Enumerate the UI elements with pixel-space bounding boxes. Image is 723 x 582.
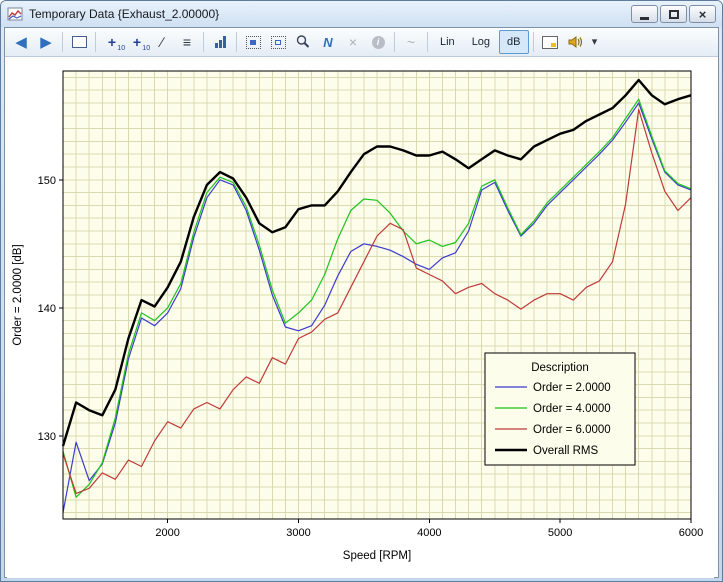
legend-entry-label: Order = 6.0000 — [533, 424, 611, 436]
x-tick-label: 3000 — [286, 527, 310, 539]
toolbar-separator — [62, 32, 63, 52]
close-icon: × — [699, 8, 707, 21]
maximize-icon — [669, 10, 679, 19]
minimize-button[interactable] — [631, 5, 658, 23]
curve-fit-icon: N — [323, 35, 332, 50]
x-tick-label: 6000 — [679, 527, 703, 539]
maximize-button[interactable] — [660, 5, 687, 23]
chart-area: 2000 3000 4000 5000 6000 130 140 150 Speed [RPM]… — [5, 57, 718, 577]
window-controls: × — [631, 5, 716, 23]
app-window: Temporary Data {Exhaust_2.00000} × ◀ ▶ +… — [0, 0, 723, 582]
toolbar-separator — [533, 32, 534, 52]
legend-title: Description — [531, 362, 589, 374]
toolbar-separator — [394, 32, 395, 52]
window-title: Temporary Data {Exhaust_2.00000} — [29, 7, 219, 21]
titlebar[interactable]: Temporary Data {Exhaust_2.00000} × — [1, 1, 722, 27]
sideband-cursor-icon: ≡ — [183, 35, 191, 49]
client-area: ◀ ▶ +10 +10 ∕ ≡ — [4, 27, 719, 578]
zoom-out-button[interactable] — [266, 30, 290, 54]
legend-entry-label: Overall RMS — [533, 445, 599, 457]
legend-entry-label: Order = 4.0000 — [533, 403, 611, 415]
zoom-tool-button[interactable] — [291, 30, 315, 54]
y-axis-label: Order = 2.0000 [dB] — [12, 244, 24, 345]
toolbar-separator — [95, 32, 96, 52]
display-layout-icon — [72, 36, 87, 48]
speaker-icon — [567, 34, 584, 50]
bar-display-button[interactable] — [208, 30, 232, 54]
print-icon — [542, 36, 558, 49]
toolbar: ◀ ▶ +10 +10 ∕ ≡ — [5, 28, 718, 57]
toolbar-separator — [427, 32, 428, 52]
double-cursor-button[interactable]: +10 — [125, 30, 149, 54]
curve-fit-button[interactable]: N — [316, 30, 340, 54]
rewind-icon: ◀ — [15, 35, 27, 50]
y-tick-label: 140 — [38, 303, 56, 315]
print-button[interactable] — [538, 30, 562, 54]
toolbar-separator — [236, 32, 237, 52]
log-scale-button[interactable]: Log — [464, 30, 498, 54]
legend-entry-label: Order = 2.0000 — [533, 382, 611, 394]
info-icon: i — [372, 36, 385, 49]
sound-playback-button[interactable] — [563, 30, 588, 54]
play-button[interactable]: ▶ — [34, 30, 58, 54]
delete-curve-button[interactable]: × — [341, 30, 365, 54]
delete-icon: × — [349, 35, 357, 49]
reference-curve-button[interactable]: ~ — [399, 30, 423, 54]
y-tick-label: 150 — [38, 175, 56, 187]
toolbar-overflow-button[interactable]: ▾ — [589, 30, 601, 54]
magnifier-icon — [295, 34, 311, 50]
toolbar-separator — [203, 32, 204, 52]
harmonic-cursor-icon: ∕ — [161, 35, 163, 49]
chart-plot[interactable]: 2000 3000 4000 5000 6000 130 140 150 Speed [RPM]… — [7, 59, 714, 578]
display-layout-button[interactable] — [67, 30, 91, 54]
zoom-in-icon — [246, 36, 261, 49]
x-axis-label: Speed [RPM] — [343, 550, 411, 562]
single-cursor-button[interactable]: +10 — [100, 30, 124, 54]
zoom-in-button[interactable] — [241, 30, 265, 54]
zoom-out-icon — [271, 36, 286, 49]
y-tick-label: 130 — [38, 431, 56, 443]
harmonic-cursor-button[interactable]: ∕ — [150, 30, 174, 54]
minimize-icon — [640, 17, 649, 20]
single-cursor-icon: +10 — [108, 35, 116, 49]
legend[interactable]: Description Order = 2.0000 Order = 4.0000 O… — [485, 353, 635, 465]
lin-scale-button[interactable]: Lin — [432, 30, 463, 54]
x-tick-label: 4000 — [417, 527, 441, 539]
app-icon — [7, 6, 23, 22]
close-button[interactable]: × — [689, 5, 716, 23]
bar-chart-icon — [215, 36, 226, 48]
rewind-button[interactable]: ◀ — [9, 30, 33, 54]
x-tick-label: 5000 — [548, 527, 572, 539]
wave-icon: ~ — [407, 35, 415, 49]
overflow-icon: ▾ — [592, 37, 598, 48]
double-cursor-icon: +10 — [133, 35, 141, 49]
info-button[interactable]: i — [366, 30, 390, 54]
x-tick-label: 2000 — [155, 527, 179, 539]
play-icon: ▶ — [40, 35, 52, 50]
sideband-cursor-button[interactable]: ≡ — [175, 30, 199, 54]
db-scale-button[interactable]: dB — [499, 30, 528, 54]
